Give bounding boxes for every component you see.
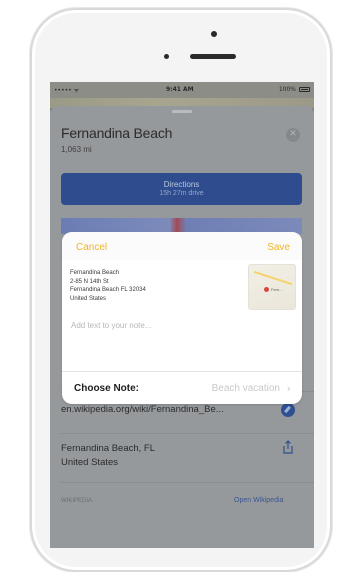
location-thumbnail: Fern... — [248, 264, 296, 310]
save-button[interactable]: Save — [267, 242, 290, 253]
close-button[interactable]: ✕ — [286, 128, 300, 142]
choose-note-label[interactable]: Choose Note: — [74, 383, 139, 394]
address-line-1: Fernandina Beach, FL — [61, 443, 156, 454]
place-title: Fernandina Beach — [61, 125, 173, 141]
directions-eta: 15h 27m drive — [159, 190, 204, 197]
shared-address-line: United States — [70, 295, 107, 302]
proximity-sensor — [164, 54, 169, 59]
open-wikipedia-link[interactable]: Open Wikipedia — [234, 497, 283, 504]
note-sheet-header: Cancel Save — [62, 232, 302, 260]
wikipedia-url[interactable]: en.wikipedia.org/wiki/Fernandina_Be... — [61, 404, 224, 415]
map-road — [253, 270, 293, 286]
battery-percent: 100% — [278, 86, 296, 93]
directions-label: Directions — [163, 180, 200, 189]
close-icon: ✕ — [289, 129, 297, 139]
divider — [62, 371, 302, 372]
cancel-button[interactable]: Cancel — [76, 242, 107, 253]
chevron-right-icon[interactable]: › — [287, 382, 291, 395]
earpiece-speaker — [190, 54, 236, 59]
shared-address-line: Fernandina Beach — [70, 270, 120, 276]
choose-note-value[interactable]: Beach vacation — [212, 383, 280, 394]
map-place-label: Fern... — [271, 287, 283, 292]
wikipedia-section-label: WIKIPEDIA — [61, 498, 93, 504]
divider — [61, 433, 314, 434]
carrier-signal: ••••• ᯤ — [54, 87, 80, 94]
place-distance: 1,063 mi — [61, 145, 92, 154]
map-pin-icon — [264, 287, 269, 292]
directions-button[interactable]: Directions 15h 27m drive — [61, 173, 302, 205]
shared-address: Fernandina Beach 2-85 N 14th St Fernandi… — [70, 269, 146, 303]
divider — [61, 482, 314, 483]
card-grabber-handle[interactable] — [172, 110, 192, 113]
note-text-input[interactable]: Add text to your note... — [71, 321, 152, 330]
status-time: 9:41 AM — [166, 86, 194, 93]
add-note-sheet: Cancel Save Fernandina Beach 2-85 N 14th… — [62, 232, 302, 404]
safari-compass-icon[interactable] — [281, 403, 295, 417]
shared-address-line: 2-85 N 14th St — [70, 278, 109, 285]
shared-address-line: Fernandina Beach FL 32034 — [70, 287, 146, 293]
battery-icon — [299, 87, 310, 92]
share-icon[interactable] — [282, 440, 294, 454]
front-camera — [211, 31, 217, 37]
status-bar: ••••• ᯤ 9:41 AM 100% — [50, 82, 314, 98]
address-line-2: United States — [61, 457, 119, 468]
